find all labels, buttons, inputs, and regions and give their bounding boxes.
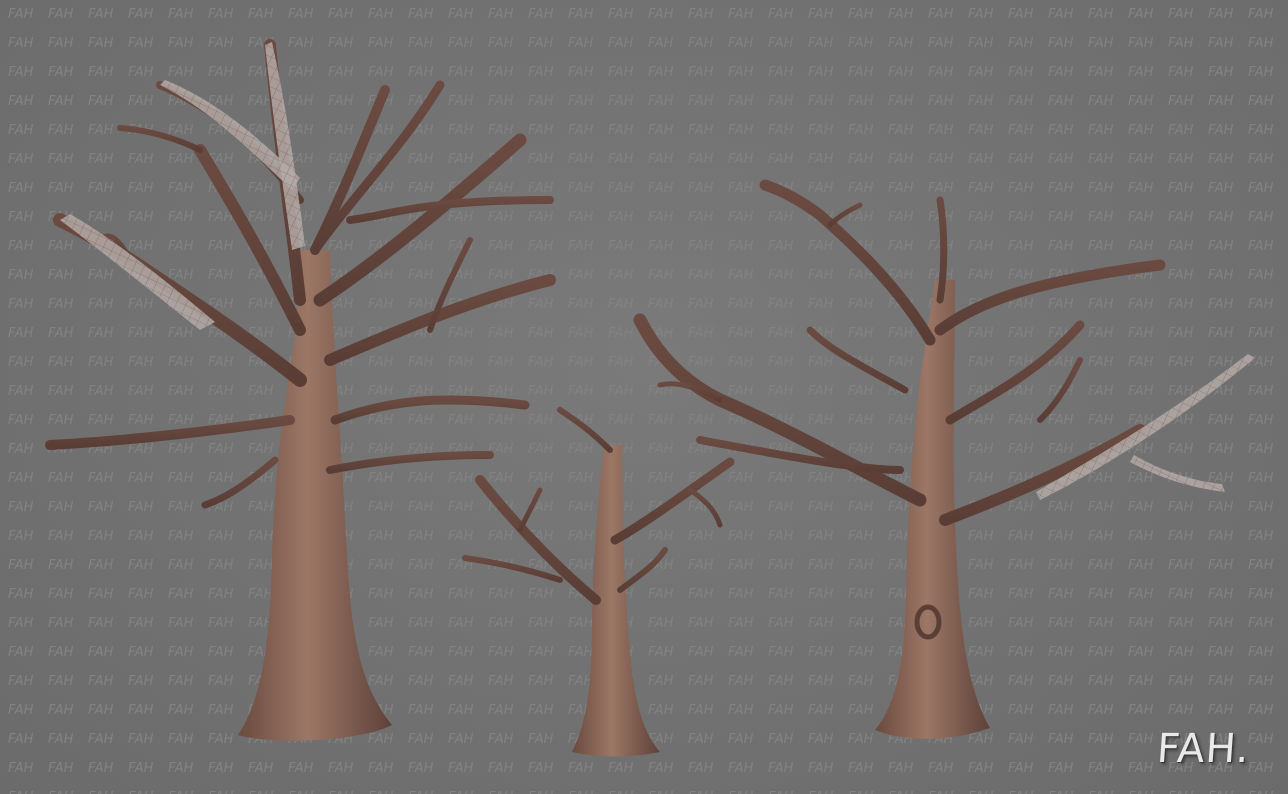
fah-logo: FAH. xyxy=(1155,726,1252,772)
small-dead-tree xyxy=(462,407,735,757)
render-viewport: FAH FAH FAH FAH FAH FAH FAH FAH FAH FAH FAH FAH FAH F… xyxy=(0,0,1288,794)
large-dead-tree xyxy=(45,39,556,741)
trees-scene xyxy=(45,39,1255,757)
